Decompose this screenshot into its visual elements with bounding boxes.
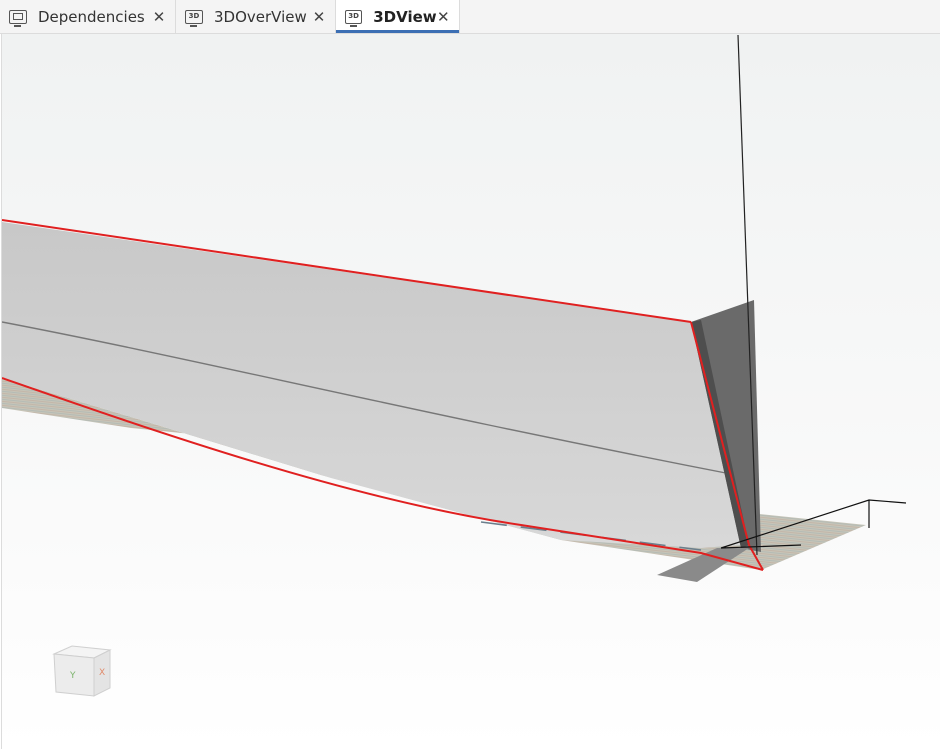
- tab-3doverview[interactable]: 3D 3DOverView ✕: [176, 0, 336, 33]
- tab-dependencies[interactable]: Dependencies ✕: [0, 0, 176, 33]
- tab-label: 3DView: [373, 7, 437, 26]
- hull-render: [2, 34, 940, 749]
- tab-label: 3DOverView: [214, 7, 307, 26]
- tab-3dview[interactable]: 3D 3DView ✕: [336, 0, 460, 33]
- nav-cube-side-label: X: [99, 668, 105, 678]
- 3d-view-icon: 3D: [185, 9, 203, 27]
- tab-label: Dependencies: [38, 7, 145, 26]
- navigation-cube[interactable]: Y X: [50, 642, 114, 698]
- 3d-view-icon: 3D: [345, 9, 363, 27]
- close-icon[interactable]: ✕: [312, 8, 326, 26]
- close-icon[interactable]: ✕: [152, 8, 166, 26]
- close-icon[interactable]: ✕: [437, 8, 450, 26]
- nav-cube-front-label: Y: [69, 671, 76, 681]
- tab-bar: Dependencies ✕ 3D 3DOverView ✕ 3D 3DView…: [0, 0, 940, 34]
- 3d-viewport[interactable]: Y X: [1, 34, 940, 749]
- monitor-icon: [9, 9, 27, 27]
